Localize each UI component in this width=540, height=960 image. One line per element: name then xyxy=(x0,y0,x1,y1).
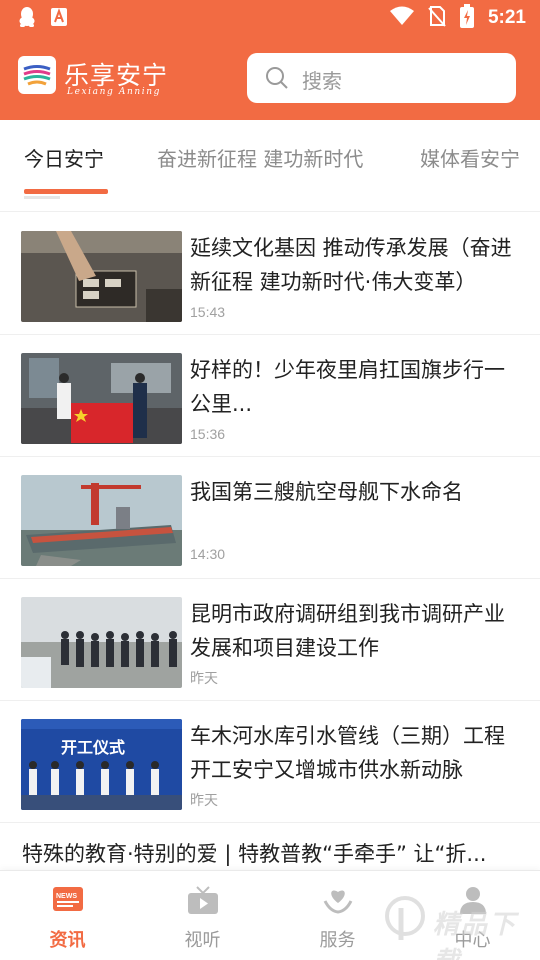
status-bar: 5:21 xyxy=(0,0,540,36)
news-title: 好样的！少年夜里肩扛国旗步行一公里... xyxy=(190,358,505,416)
news-thumbnail xyxy=(21,475,182,566)
news-time: 昨天 xyxy=(190,670,218,686)
news-title: 昆明市政府调研组到我市调研产业发展和项目建设工作 xyxy=(190,602,505,660)
qq-icon xyxy=(18,6,36,32)
wifi-icon xyxy=(389,6,414,30)
svg-text:NEWS: NEWS xyxy=(56,893,77,900)
search-placeholder: 搜索 xyxy=(302,69,342,93)
tab-media-anning[interactable]: 媒体看安宁 xyxy=(420,143,520,172)
tab-today-anning[interactable]: 今日安宁 xyxy=(24,143,104,172)
search-icon xyxy=(265,66,289,94)
news-title: 延续文化基因 推动传承发展（奋进新征程 建功新时代·伟大变革） xyxy=(190,236,512,294)
news-thumbnail xyxy=(21,231,182,322)
tab-indicator xyxy=(24,189,108,194)
news-icon: NEWS xyxy=(52,885,84,919)
tab-new-journey[interactable]: 奋进新征程 建功新时代 xyxy=(157,143,363,172)
news-list-item[interactable]: 延续文化基因 推动传承发展（奋进新征程 建功新时代·伟大变革） 15:43 xyxy=(0,213,540,335)
search-input[interactable]: 搜索 xyxy=(247,53,516,103)
status-time: 5:21 xyxy=(487,7,526,28)
news-list-item[interactable]: 我国第三艘航空母舰下水命名 14:30 xyxy=(0,457,540,579)
video-icon xyxy=(187,885,219,919)
news-thumbnail xyxy=(21,353,182,444)
category-tabs: 今日安宁 奋进新征程 建功新时代 媒体看安宁 xyxy=(0,120,540,212)
news-time: 15:43 xyxy=(190,304,226,320)
news-title: 我国第三艘航空母舰下水命名 xyxy=(190,480,463,504)
nav-news[interactable]: NEWS 资讯 xyxy=(0,871,135,960)
watermark-logo-icon xyxy=(385,896,425,940)
text-app-icon xyxy=(50,7,68,31)
tab-indicator-shadow xyxy=(24,196,60,199)
no-sim-icon xyxy=(428,5,446,31)
status-bar-left xyxy=(18,6,68,32)
news-list-item[interactable]: 开工仪式 车木河水库引水管线（三期）工程开工安宁又增城市供水新动脉 昨天 xyxy=(0,701,540,823)
app-logo-icon xyxy=(18,56,56,94)
service-heart-icon xyxy=(322,885,354,919)
brand-subtitle: Lexiang Anning xyxy=(67,87,161,97)
news-time: 昨天 xyxy=(190,792,218,808)
battery-charging-icon xyxy=(459,4,474,32)
news-thumbnail xyxy=(21,597,182,688)
status-bar-right: 5:21 xyxy=(389,4,526,32)
news-time: 14:30 xyxy=(190,546,226,562)
nav-video[interactable]: 视听 xyxy=(135,871,270,960)
app-header: 乐享安宁 Lexiang Anning 搜索 xyxy=(0,36,540,120)
nav-label: 视听 xyxy=(184,930,221,951)
ceremony-banner-text: 开工仪式 xyxy=(61,738,125,757)
nav-label: 资讯 xyxy=(49,930,86,951)
news-list-item[interactable]: 好样的！少年夜里肩扛国旗步行一公里... 15:36 xyxy=(0,335,540,457)
news-time: 15:36 xyxy=(190,426,226,442)
news-thumbnail: 开工仪式 xyxy=(21,719,182,810)
watermark-text: 精品下载 xyxy=(433,910,518,960)
watermark: 精品下载 xyxy=(375,880,540,960)
news-title: 车木河水库引水管线（三期）工程开工安宁又增城市供水新动脉 xyxy=(190,724,505,782)
news-list-item[interactable]: 昆明市政府调研组到我市调研产业发展和项目建设工作 昨天 xyxy=(0,579,540,701)
news-title-text-only[interactable]: 特殊的教育·特别的爱 | 特教普教“手牵手” 让“折... xyxy=(22,838,522,868)
